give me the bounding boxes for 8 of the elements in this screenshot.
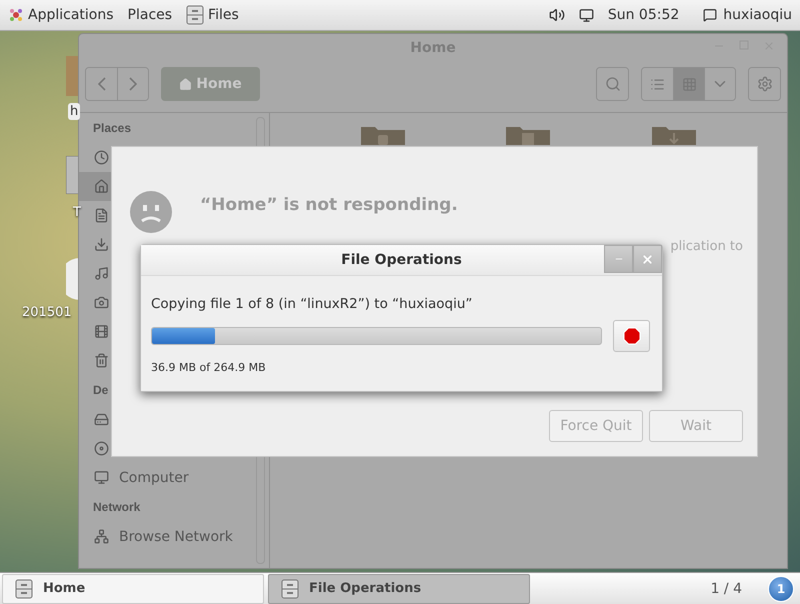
dialog-title: File Operations <box>341 252 462 268</box>
copy-status: Copying file 1 of 8 (in “linuxR2”) to “huxiaoqiu” <box>151 296 474 312</box>
dialog-message: plication to <box>670 239 743 254</box>
dialog-title: “Home” is not responding. <box>200 195 458 215</box>
copy-progress-text: 36.9 MB of 264.9 MB <box>151 361 267 374</box>
sidebar-heading: De <box>93 382 108 399</box>
sidebar-heading: Places <box>93 120 132 137</box>
sidebar-heading: Network <box>93 499 140 516</box>
